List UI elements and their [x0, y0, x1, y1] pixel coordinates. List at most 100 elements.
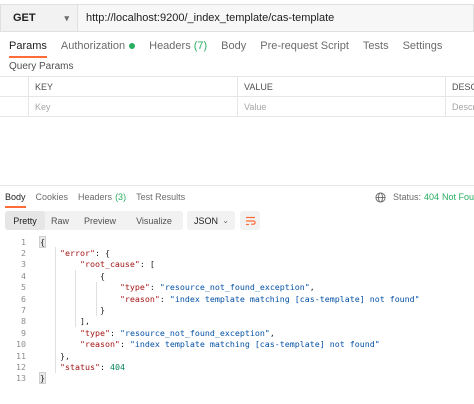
tab-headers[interactable]: Headers (7): [149, 36, 207, 56]
table-row: Key Value Descr: [0, 97, 474, 117]
description-input[interactable]: Descr: [445, 97, 474, 117]
query-params-table: KEY VALUE DESCRI Key Value Descr: [0, 76, 474, 117]
checkbox-column-header: [0, 77, 28, 97]
chevron-down-icon: ▾: [64, 12, 69, 23]
view-mode-group: Pretty Raw Preview Visualize: [5, 211, 183, 230]
method-select[interactable]: GET ▾: [0, 4, 78, 32]
json-key: "reason": [79, 339, 120, 350]
response-status: Status: 404 Not Fou: [375, 188, 474, 206]
tab-test-results[interactable]: Test Results: [136, 188, 185, 206]
line-number: 11: [16, 350, 26, 361]
json-punctuation: [40, 282, 120, 292]
indent-guide: [55, 247, 56, 373]
tab-count-badge: (3): [115, 192, 127, 202]
json-key: "status": [59, 361, 100, 372]
json-key: "type": [119, 282, 150, 293]
view-visualize-button[interactable]: Visualize: [125, 211, 183, 230]
json-punctuation: :: [119, 339, 130, 350]
json-punctuation: [40, 294, 120, 304]
indent-guide: [96, 281, 97, 316]
code-line: 8 ],: [0, 316, 474, 327]
line-number: 13: [16, 373, 26, 384]
json-punctuation: [40, 362, 60, 372]
line-number: 6: [21, 293, 26, 304]
code-line: 5 "type": "resource_not_found_exception"…: [0, 282, 474, 293]
code-line: 1{: [0, 235, 474, 248]
view-preview-button[interactable]: Preview: [75, 211, 125, 230]
json-key: "type": [79, 327, 110, 338]
json-punctuation: [40, 248, 60, 258]
json-string: "index template matching [cas-template] …: [129, 339, 380, 350]
value-input[interactable]: Value: [237, 97, 445, 117]
tab-authorization[interactable]: Authorization: [60, 36, 136, 56]
tab-label: Params: [9, 40, 47, 52]
tab-label: Authorization: [60, 40, 126, 52]
column-header-value: VALUE: [237, 77, 445, 97]
json-punctuation: [40, 259, 80, 269]
line-number: 1: [21, 236, 26, 247]
status-dot-icon: [129, 43, 136, 49]
json-key: "reason": [119, 293, 160, 304]
view-raw-button[interactable]: Raw: [45, 211, 75, 230]
tab-label: Body: [221, 40, 247, 52]
tab-pre-request-script[interactable]: Pre-request Script: [260, 36, 349, 56]
tab-response-body[interactable]: Body: [5, 188, 26, 208]
line-number: 5: [21, 282, 26, 293]
method-label: GET: [13, 12, 36, 24]
wrap-lines-button[interactable]: [240, 211, 260, 230]
url-input[interactable]: http://localhost:9200/_index_template/ca…: [78, 4, 474, 32]
tab-tests[interactable]: Tests: [363, 36, 389, 56]
json-string: "resource_not_found_exception": [119, 327, 270, 338]
section-divider: [0, 185, 474, 186]
response-body-code: 1{2 "error": {3 "root_cause": [4 {5 "typ…: [0, 235, 474, 385]
code-line: 2 "error": {: [0, 247, 474, 258]
json-punctuation: : {: [94, 248, 110, 259]
view-pretty-button[interactable]: Pretty: [5, 211, 45, 230]
json-punctuation: ,: [309, 282, 315, 293]
code-line: 3 "root_cause": [: [0, 259, 474, 270]
tab-label: Test Results: [136, 192, 186, 202]
code-line: 4 {: [0, 270, 474, 281]
json-number: 404: [109, 361, 125, 372]
tab-params[interactable]: Params: [9, 36, 47, 58]
globe-icon[interactable]: [375, 191, 386, 203]
format-select[interactable]: JSON ⌄: [187, 211, 235, 230]
line-number: 4: [21, 270, 26, 281]
code-line: 10 "reason": "index template matching [c…: [0, 339, 474, 350]
tab-body[interactable]: Body: [221, 36, 246, 56]
table-header-row: KEY VALUE DESCRI: [0, 77, 474, 97]
line-number: 10: [16, 339, 26, 350]
tab-response-headers[interactable]: Headers (3): [78, 188, 126, 206]
wrap-lines-icon: [245, 216, 256, 225]
request-tabs: Params Authorization Headers (7) Body Pre…: [0, 36, 474, 58]
code-line: 9 "type": "resource_not_found_exception"…: [0, 327, 474, 338]
json-string: "index template matching [cas-template] …: [169, 293, 420, 304]
tab-settings[interactable]: Settings: [403, 36, 443, 56]
tab-label: Tests: [362, 40, 389, 52]
request-url-bar: GET ▾ http://localhost:9200/_index_templ…: [0, 4, 474, 32]
column-header-key: KEY: [28, 77, 237, 97]
status-text: Not Fou: [441, 192, 474, 202]
tab-cookies[interactable]: Cookies: [36, 188, 69, 206]
code-line: 12 "status": 404: [0, 361, 474, 372]
json-punctuation: :: [149, 282, 160, 293]
key-input[interactable]: Key: [28, 97, 237, 117]
response-view-toolbar: Pretty Raw Preview Visualize JSON ⌄: [5, 211, 260, 230]
json-punctuation: {: [39, 235, 46, 248]
json-punctuation: ,: [269, 327, 275, 338]
json-string: "resource_not_found_exception": [159, 282, 310, 293]
json-punctuation: :: [109, 327, 120, 338]
status-code: 404: [423, 192, 439, 202]
tab-label: Pre-request Script: [260, 40, 349, 52]
line-number: 3: [21, 259, 26, 270]
tab-count-badge: (7): [193, 40, 208, 52]
format-label: JSON: [194, 215, 219, 226]
json-punctuation: :: [99, 361, 110, 372]
code-line: 6 "reason": "index template matching [ca…: [0, 293, 474, 304]
code-line: 11 },: [0, 350, 474, 361]
status-label: Status:: [392, 192, 421, 202]
tab-label: Settings: [402, 40, 443, 52]
tab-label: Cookies: [35, 192, 69, 202]
json-punctuation: [40, 328, 80, 338]
json-punctuation: :: [159, 293, 170, 304]
